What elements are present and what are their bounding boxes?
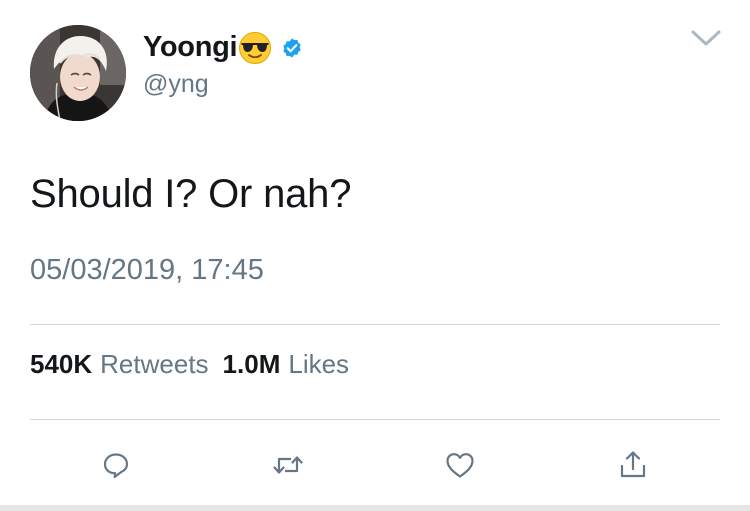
tweet-stats: 540K Retweets 1.0M Likes	[30, 349, 349, 380]
share-button[interactable]	[613, 445, 653, 485]
avatar-photo	[30, 25, 126, 121]
divider	[30, 324, 720, 325]
retweet-icon	[273, 456, 303, 474]
sunglasses-emoji-icon	[239, 32, 272, 64]
chevron-down-icon[interactable]	[690, 27, 722, 49]
display-name-row[interactable]: Yoongi	[143, 27, 303, 67]
reply-button[interactable]	[96, 445, 136, 485]
likes-stat[interactable]: 1.0M Likes	[223, 349, 350, 380]
tweet-timestamp[interactable]: 05/03/2019, 17:45	[30, 254, 264, 287]
share-icon	[620, 451, 646, 478]
retweets-label: Retweets	[100, 349, 209, 379]
like-button[interactable]	[440, 445, 480, 485]
likes-count: 1.0M	[222, 349, 281, 379]
heart-icon	[446, 453, 474, 478]
retweets-stat[interactable]: 540K Retweets	[30, 349, 209, 380]
user-handle[interactable]: @yng	[143, 70, 209, 99]
retweet-button[interactable]	[268, 445, 308, 485]
display-name[interactable]: Yoongi	[143, 31, 238, 64]
avatar[interactable]	[30, 25, 126, 121]
retweets-count: 540K	[30, 349, 93, 379]
tweet-card: Yoongi @yng Should I? Or nah? 05/03/2019…	[0, 0, 750, 511]
tweet-text: Should I? Or nah?	[30, 172, 352, 216]
bottom-edge	[0, 505, 750, 511]
verified-badge-icon	[283, 38, 301, 58]
reply-icon	[103, 453, 129, 479]
divider	[30, 419, 720, 420]
likes-label: Likes	[288, 349, 350, 379]
